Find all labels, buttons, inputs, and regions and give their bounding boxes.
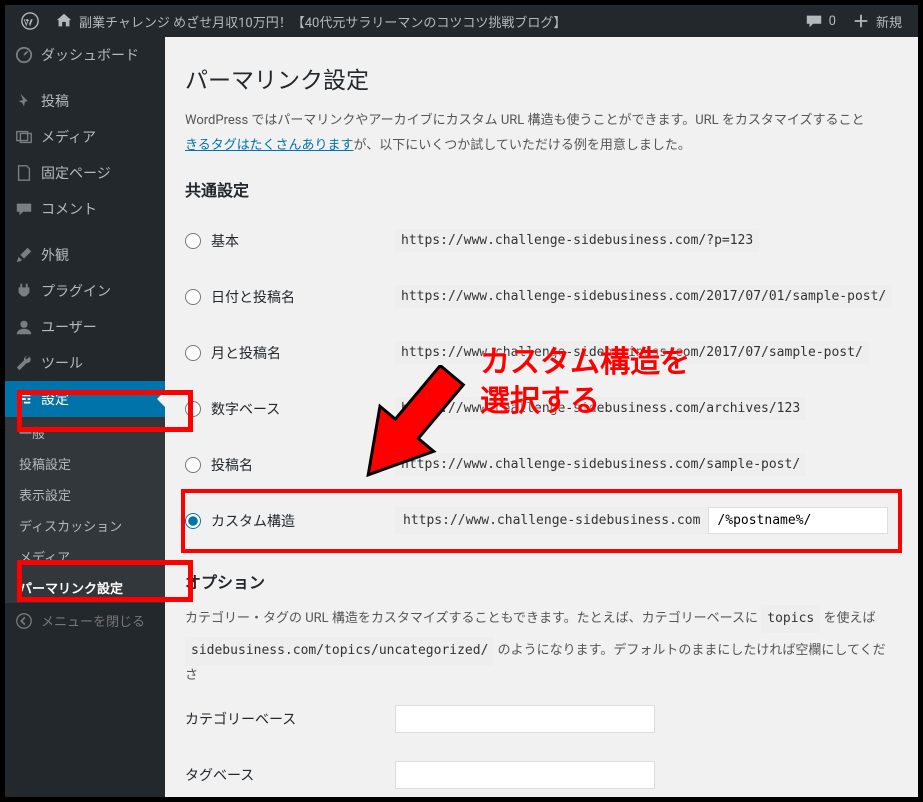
admin-sidebar: ダッシュボード 投稿 メディア 固定ページ コメント 外観 プラグイン [5,37,165,797]
comments-link[interactable]: 0 [797,5,844,37]
sidebar-item-label: 設定 [41,389,69,409]
page-icon [15,164,33,182]
option-default-code: https://www.challenge-sidebusiness.com/?… [395,229,759,252]
sidebar-item-tools[interactable]: ツール [5,345,165,381]
new-content-link[interactable]: 新規 [844,5,910,37]
sidebar-item-label: プラグイン [41,281,111,301]
option-default-label[interactable]: 基本 [185,231,385,251]
sidebar-item-comments[interactable]: コメント [5,191,165,227]
sidebar-item-settings[interactable]: 設定 [5,381,165,417]
category-base-row: カテゴリーベース [185,691,898,747]
topics-code: topics [761,605,820,634]
option-day-name-code: https://www.challenge-sidebusiness.com/2… [395,285,892,308]
option-postname-label[interactable]: 投稿名 [185,455,385,475]
brush-icon [15,246,33,264]
user-icon [15,318,33,336]
submenu-permalink[interactable]: パーマリンク設定 [5,572,165,603]
radio-numeric[interactable] [185,401,201,417]
sidebar-item-posts[interactable]: 投稿 [5,83,165,119]
option-day-name-label[interactable]: 日付と投稿名 [185,287,385,307]
wp-logo[interactable] [13,5,47,37]
option-description: カテゴリー・タグの URL 構造をカスタマイズすることもできます。たとえば、カテ… [185,605,898,634]
collapse-label: メニューを閉じる [41,611,145,630]
wrench-icon [15,354,33,372]
option-custom: カスタム構造 https://www.challenge-sidebusines… [185,493,898,549]
permalink-options-table: 基本 https://www.challenge-sidebusiness.co… [185,213,898,549]
tag-base-input[interactable] [395,761,655,789]
tag-base-row: タグベース [185,747,898,797]
submenu-media[interactable]: メディア [5,541,165,572]
dashboard-icon [15,46,33,64]
category-base-input[interactable] [395,705,655,733]
common-settings-heading: 共通設定 [185,177,898,201]
submenu-reading[interactable]: 表示設定 [5,479,165,510]
pin-icon [15,92,33,110]
sidebar-item-label: 投稿 [41,91,69,111]
site-title-text: 副業チャレンジ めざせ月収10万円！【40代元サラリーマンのコツコツ挑戦ブログ】 [79,12,566,31]
topics-url-code: sidebusiness.com/topics/uncategorized/ [185,637,494,666]
sidebar-item-label: ダッシュボード [41,45,139,65]
plugin-icon [15,282,33,300]
submenu-writing[interactable]: 投稿設定 [5,448,165,479]
radio-default[interactable] [185,233,201,249]
tag-base-label: タグベース [185,747,395,797]
sidebar-item-label: ツール [41,353,83,373]
radio-day-name[interactable] [185,289,201,305]
sidebar-item-label: コメント [41,199,97,219]
sliders-icon [15,390,33,408]
plus-icon [852,12,870,30]
option-day-name: 日付と投稿名 https://www.challenge-sidebusines… [185,269,898,325]
option-numeric-label[interactable]: 数字ベース [185,399,385,419]
page-title: パーマリンク設定 [185,61,898,95]
wordpress-icon [21,12,39,30]
comments-count: 0 [829,14,836,29]
sidebar-item-pages[interactable]: 固定ページ [5,155,165,191]
custom-url-prefix: https://www.challenge-sidebusiness.com [395,507,708,534]
radio-custom[interactable] [185,513,201,529]
site-link[interactable]: 副業チャレンジ めざせ月収10万円！【40代元サラリーマンのコツコツ挑戦ブログ】 [47,5,574,37]
tags-link[interactable]: きるタグはたくさんあります [185,138,353,153]
sidebar-item-label: メディア [41,127,96,147]
collapse-menu[interactable]: メニューを閉じる [5,603,165,638]
new-label: 新規 [876,12,902,31]
sidebar-item-appearance[interactable]: 外観 [5,237,165,273]
submenu-general[interactable]: 一般 [5,417,165,448]
sidebar-item-users[interactable]: ユーザー [5,309,165,345]
home-icon [55,12,73,30]
custom-structure-input[interactable] [708,507,888,534]
sidebar-item-plugins[interactable]: プラグイン [5,273,165,309]
category-base-label: カテゴリーベース [185,691,395,747]
media-icon [15,128,33,146]
sidebar-item-label: 固定ページ [41,163,111,183]
comment-icon [15,200,33,218]
option-month-name-label[interactable]: 月と投稿名 [185,343,385,363]
option-custom-label[interactable]: カスタム構造 [185,511,385,531]
option-description-2: sidebusiness.com/topics/uncategorized/ の… [185,637,898,687]
page-description-2: きるタグはたくさんありますが、以下にいくつか試していただける例を用意しました。 [185,136,898,157]
option-numeric: 数字ベース https://www.challenge-sidebusiness… [185,381,898,437]
comment-icon [805,12,823,30]
option-month-name-code: https://www.challenge-sidebusiness.com/2… [395,341,869,364]
sidebar-item-media[interactable]: メディア [5,119,165,155]
optional-table: カテゴリーベース タグベース [185,691,898,797]
page-description: WordPress ではパーマリンクやアーカイブにカスタム URL 構造も使うこ… [185,111,898,132]
radio-postname[interactable] [185,457,201,473]
option-numeric-code: https://www.challenge-sidebusiness.com/a… [395,397,806,420]
option-postname: 投稿名 https://www.challenge-sidebusiness.c… [185,437,898,493]
option-default: 基本 https://www.challenge-sidebusiness.co… [185,213,898,269]
sidebar-item-label: ユーザー [41,317,97,337]
option-heading: オプション [185,569,898,593]
settings-submenu: 一般 投稿設定 表示設定 ディスカッション メディア パーマリンク設定 [5,417,165,603]
sidebar-item-dashboard[interactable]: ダッシュボード [5,37,165,73]
main-content: パーマリンク設定 WordPress ではパーマリンクやアーカイブにカスタム U… [165,37,918,797]
radio-month-name[interactable] [185,345,201,361]
option-month-name: 月と投稿名 https://www.challenge-sidebusiness… [185,325,898,381]
option-postname-code: https://www.challenge-sidebusiness.com/s… [395,453,806,476]
admin-bar: 副業チャレンジ めざせ月収10万円！【40代元サラリーマンのコツコツ挑戦ブログ】… [5,5,918,37]
collapse-icon [15,612,33,630]
submenu-discussion[interactable]: ディスカッション [5,510,165,541]
sidebar-item-label: 外観 [41,245,69,265]
